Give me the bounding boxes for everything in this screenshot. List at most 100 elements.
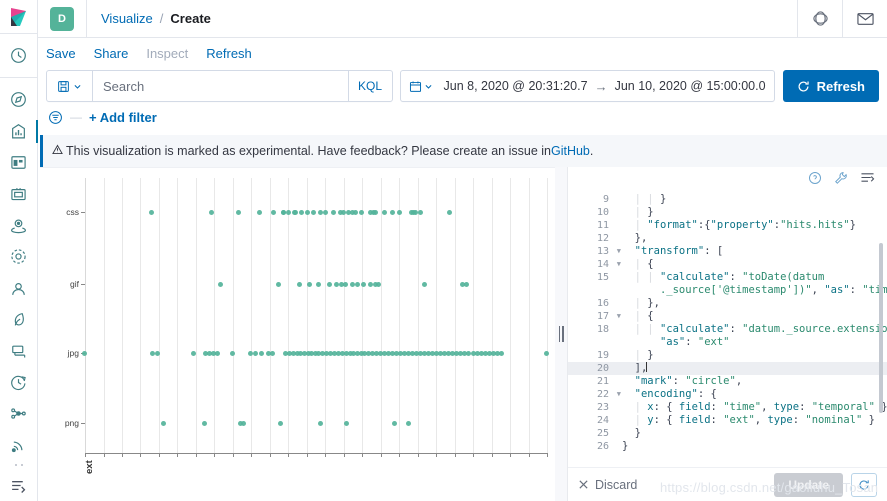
- data-point[interactable]: [368, 282, 373, 287]
- data-point[interactable]: [344, 421, 349, 426]
- sidebar-item-more[interactable]: [0, 461, 38, 470]
- help-icon[interactable]: [798, 0, 842, 38]
- data-point[interactable]: [150, 351, 155, 356]
- saved-query-button[interactable]: [47, 71, 93, 101]
- code-line[interactable]: 11 | "format":{"property":"hits.hits"}: [568, 219, 887, 232]
- help-circle-icon[interactable]: [808, 171, 822, 190]
- fold-marker-icon[interactable]: ▼: [617, 388, 621, 401]
- data-point[interactable]: [202, 421, 207, 426]
- data-point[interactable]: [397, 210, 402, 215]
- kibana-logo[interactable]: [0, 0, 38, 33]
- data-point[interactable]: [191, 351, 196, 356]
- date-end[interactable]: Jun 10, 2020 @ 15:00:00.0: [615, 79, 766, 93]
- code-line[interactable]: 16 | },: [568, 297, 887, 310]
- code-line[interactable]: 25 }: [568, 427, 887, 440]
- data-point[interactable]: [464, 282, 469, 287]
- refresh-button[interactable]: Refresh: [783, 70, 879, 102]
- data-point[interactable]: [281, 210, 286, 215]
- data-point[interactable]: [338, 210, 343, 215]
- data-point[interactable]: [82, 351, 87, 356]
- data-point[interactable]: [323, 210, 328, 215]
- code-line[interactable]: 13▼ "transform": [: [568, 245, 887, 258]
- query-language-button[interactable]: KQL: [348, 71, 392, 101]
- code-line[interactable]: 17▼ | {: [568, 310, 887, 323]
- data-point[interactable]: [293, 210, 298, 215]
- data-point[interactable]: [305, 210, 310, 215]
- data-point[interactable]: [353, 210, 358, 215]
- data-point[interactable]: [286, 210, 291, 215]
- data-point[interactable]: [155, 351, 160, 356]
- code-line[interactable]: 18 | | "calculate": "datum._source.exten…: [568, 323, 887, 336]
- data-point[interactable]: [161, 421, 166, 426]
- data-point[interactable]: [276, 282, 281, 287]
- data-point[interactable]: [271, 210, 276, 215]
- code-line[interactable]: 15 | | "calculate": "toDate(datum: [568, 271, 887, 284]
- code-line[interactable]: 22▼ "encoding": {: [568, 388, 887, 401]
- data-point[interactable]: [361, 282, 366, 287]
- data-point[interactable]: [311, 210, 316, 215]
- sidebar-item-dev-tools[interactable]: [0, 430, 38, 461]
- data-point[interactable]: [316, 282, 321, 287]
- word-wrap-icon[interactable]: [860, 171, 875, 189]
- data-point[interactable]: [447, 210, 452, 215]
- data-point[interactable]: [392, 421, 397, 426]
- sidebar-item-infrastructure[interactable]: [0, 273, 38, 304]
- refresh-action-button[interactable]: Refresh: [206, 46, 252, 61]
- sidebar-item-logs[interactable]: [0, 304, 38, 335]
- sidebar-item-recently-viewed[interactable]: [0, 40, 38, 71]
- code-line[interactable]: 19 | }: [568, 349, 887, 362]
- fold-marker-icon[interactable]: ▼: [617, 310, 621, 323]
- data-point[interactable]: [373, 210, 378, 215]
- sidebar-item-apm[interactable]: [0, 335, 38, 366]
- data-point[interactable]: [544, 351, 549, 356]
- data-point[interactable]: [368, 210, 373, 215]
- data-point[interactable]: [406, 421, 411, 426]
- data-point[interactable]: [343, 282, 348, 287]
- data-point[interactable]: [149, 210, 154, 215]
- data-point[interactable]: [350, 282, 355, 287]
- space-avatar[interactable]: D: [50, 7, 74, 31]
- data-point[interactable]: [297, 282, 302, 287]
- fold-marker-icon[interactable]: ▼: [617, 245, 621, 258]
- data-point[interactable]: [257, 210, 262, 215]
- data-point[interactable]: [241, 421, 246, 426]
- filter-funnel-icon[interactable]: [48, 110, 63, 125]
- data-point[interactable]: [236, 210, 241, 215]
- add-filter-button[interactable]: + Add filter: [89, 110, 157, 125]
- code-line[interactable]: 26}: [568, 440, 887, 453]
- data-point[interactable]: [382, 210, 387, 215]
- data-point[interactable]: [209, 210, 214, 215]
- code-line[interactable]: 10 | }: [568, 206, 887, 219]
- sidebar-item-dashboard[interactable]: [0, 147, 38, 178]
- sidebar-item-canvas[interactable]: [0, 178, 38, 209]
- search-input[interactable]: [93, 71, 348, 101]
- data-point[interactable]: [466, 351, 471, 356]
- share-button[interactable]: Share: [94, 46, 129, 61]
- data-point[interactable]: [346, 210, 351, 215]
- discard-button[interactable]: Discard: [578, 478, 637, 492]
- vega-scatter-chart[interactable]: ext time cssgifjpgpngTue 0904 AM08 AM12 …: [40, 168, 555, 501]
- data-point[interactable]: [334, 282, 339, 287]
- github-link[interactable]: GitHub: [551, 144, 590, 158]
- data-point[interactable]: [355, 282, 360, 287]
- date-start[interactable]: Jun 8, 2020 @ 20:31:20.7: [444, 79, 588, 93]
- code-line[interactable]: 24 | y: { field: "ext", type: "nominal" …: [568, 414, 887, 427]
- data-point[interactable]: [327, 282, 332, 287]
- sidebar-item-siem[interactable]: [0, 398, 38, 429]
- data-point[interactable]: [359, 210, 364, 215]
- data-point[interactable]: [278, 421, 283, 426]
- code-line[interactable]: 12 },: [568, 232, 887, 245]
- inspect-button[interactable]: Inspect: [146, 46, 188, 61]
- panel-resize-handle[interactable]: [555, 167, 567, 501]
- code-line[interactable]: 9 | | }: [568, 193, 887, 206]
- breadcrumb-visualize[interactable]: Visualize: [101, 11, 153, 26]
- data-point[interactable]: [218, 282, 223, 287]
- code-line[interactable]: "as": "ext": [568, 336, 887, 349]
- data-point[interactable]: [318, 210, 323, 215]
- data-point[interactable]: [253, 351, 258, 356]
- wrench-icon[interactable]: [834, 171, 848, 190]
- data-point[interactable]: [499, 351, 504, 356]
- data-point[interactable]: [248, 351, 253, 356]
- data-point[interactable]: [390, 210, 395, 215]
- data-point[interactable]: [318, 421, 323, 426]
